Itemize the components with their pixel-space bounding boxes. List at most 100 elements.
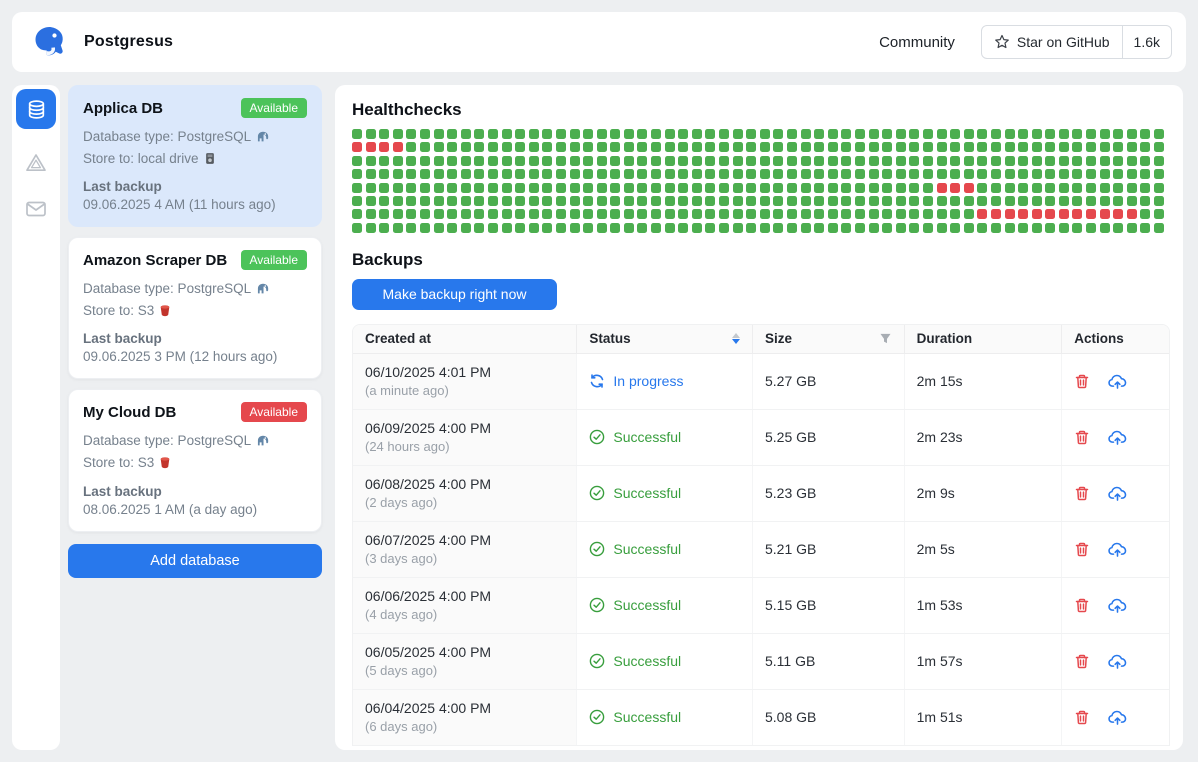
delete-backup-button[interactable] [1074, 597, 1090, 614]
healthcheck-cell-ok [760, 223, 770, 233]
column-header-duration: Duration [917, 331, 973, 346]
healthcheck-cell-ok [828, 169, 838, 179]
delete-backup-button[interactable] [1074, 541, 1090, 558]
delete-backup-button[interactable] [1074, 709, 1090, 726]
healthcheck-cell-ok [379, 196, 389, 206]
delete-backup-button[interactable] [1074, 653, 1090, 670]
last-backup-label: Last backup [83, 331, 307, 346]
healthcheck-cell-ok [461, 169, 471, 179]
healthcheck-cell-ok [678, 209, 688, 219]
healthcheck-cell-ok [542, 169, 552, 179]
sidebar-item-storage[interactable] [24, 151, 48, 175]
healthcheck-cell-ok [352, 129, 362, 139]
delete-backup-button[interactable] [1074, 429, 1090, 446]
healthcheck-cell-ok [502, 129, 512, 139]
healthcheck-cell-ok [950, 209, 960, 219]
healthcheck-cell-ok [882, 156, 892, 166]
database-card[interactable]: Applica DBAvailableDatabase type: Postgr… [68, 85, 322, 227]
healthcheck-cell-ok [461, 196, 471, 206]
healthcheck-cell-ok [597, 169, 607, 179]
healthcheck-cell-ok [515, 209, 525, 219]
healthcheck-cell-ok [1154, 223, 1164, 233]
healthcheck-cell-ok [841, 169, 851, 179]
table-row: 06/04/2025 4:00 PM(6 days ago)Successful… [353, 690, 1169, 746]
healthcheck-cell-ok [447, 223, 457, 233]
healthcheck-cell-ok [651, 209, 661, 219]
healthcheck-cell-ok [529, 223, 539, 233]
healthcheck-cell-ok [610, 129, 620, 139]
filter-control[interactable] [879, 332, 892, 345]
sidebar-item-notifications[interactable] [24, 197, 48, 221]
restore-backup-button[interactable] [1108, 709, 1127, 726]
healthcheck-cell-ok [719, 156, 729, 166]
delete-backup-button[interactable] [1074, 373, 1090, 390]
healthcheck-cell-ok [855, 209, 865, 219]
healthcheck-cell-ok [1140, 169, 1150, 179]
healthcheck-cell-ok [610, 209, 620, 219]
healthcheck-cell-ok [719, 129, 729, 139]
healthcheck-cell-ok [1100, 223, 1110, 233]
healthcheck-cell-ok [692, 169, 702, 179]
healthcheck-cell-ok [909, 156, 919, 166]
healthcheck-cell-ok [447, 142, 457, 152]
healthcheck-cell-ok [1018, 142, 1028, 152]
healthcheck-cell-ok [719, 209, 729, 219]
healthcheck-cell-ok [570, 142, 580, 152]
healthcheck-cell-ok [352, 223, 362, 233]
restore-backup-button[interactable] [1108, 485, 1127, 502]
restore-backup-button[interactable] [1108, 429, 1127, 446]
healthcheck-cell-ok [991, 129, 1001, 139]
backup-duration: 1m 51s [917, 709, 963, 725]
healthcheck-cell-ok [923, 156, 933, 166]
database-card[interactable]: Amazon Scraper DBAvailableDatabase type:… [68, 237, 322, 379]
healthcheck-cell-ok [705, 196, 715, 206]
healthcheck-cell-ok [393, 156, 403, 166]
healthcheck-cell-ok [1032, 196, 1042, 206]
healthcheck-cell-ok [488, 129, 498, 139]
healthcheck-cell-ok [502, 156, 512, 166]
healthcheck-cell-ok [773, 142, 783, 152]
delete-backup-button[interactable] [1074, 485, 1090, 502]
table-row: 06/09/2025 4:00 PM(24 hours ago)Successf… [353, 410, 1169, 466]
healthcheck-cell-ok [597, 223, 607, 233]
trash-icon [1074, 541, 1090, 558]
healthcheck-cell-ok [379, 169, 389, 179]
healthcheck-cell-ok [570, 196, 580, 206]
healthcheck-cell-ok [950, 169, 960, 179]
healthcheck-cell-failed [964, 183, 974, 193]
star-on-github-button[interactable]: Star on GitHub 1.6k [981, 25, 1172, 59]
healthcheck-cell-ok [570, 169, 580, 179]
sort-control[interactable] [732, 333, 740, 344]
database-card[interactable]: My Cloud DBAvailableDatabase type: Postg… [68, 389, 322, 531]
healthcheck-cell-ok [583, 209, 593, 219]
healthcheck-cell-ok [529, 129, 539, 139]
healthcheck-cell-ok [366, 209, 376, 219]
healthcheck-cell-ok [896, 209, 906, 219]
healthcheck-cell-ok [896, 169, 906, 179]
healthcheck-cell-failed [991, 209, 1001, 219]
created-at-value: 06/04/2025 4:00 PM [365, 700, 491, 716]
community-link[interactable]: Community [879, 34, 955, 51]
store-to-label: Store to: S3 [83, 300, 154, 322]
restore-backup-button[interactable] [1108, 597, 1127, 614]
add-database-button[interactable]: Add database [68, 544, 322, 578]
healthcheck-cell-ok [869, 183, 879, 193]
healthcheck-cell-ok [488, 183, 498, 193]
app-header: Postgresus Community Star on GitHub 1.6k [12, 12, 1186, 72]
healthcheck-cell-ok [964, 196, 974, 206]
healthchecks-grid [352, 129, 1166, 233]
healthcheck-cell-ok [1005, 142, 1015, 152]
healthcheck-cell-ok [869, 223, 879, 233]
status-badge: Successful [613, 485, 681, 501]
restore-backup-button[interactable] [1108, 541, 1127, 558]
sidebar-item-databases[interactable] [16, 89, 56, 129]
restore-backup-button[interactable] [1108, 373, 1127, 390]
main-panel: Healthchecks Backups Make backup right n… [335, 85, 1183, 750]
healthcheck-cell-ok [366, 169, 376, 179]
created-at-relative: (5 days ago) [365, 663, 437, 678]
restore-backup-button[interactable] [1108, 653, 1127, 670]
star-count[interactable]: 1.6k [1122, 26, 1171, 58]
healthcheck-cell-ok [366, 156, 376, 166]
healthcheck-cell-ok [869, 129, 879, 139]
make-backup-button[interactable]: Make backup right now [352, 279, 557, 310]
